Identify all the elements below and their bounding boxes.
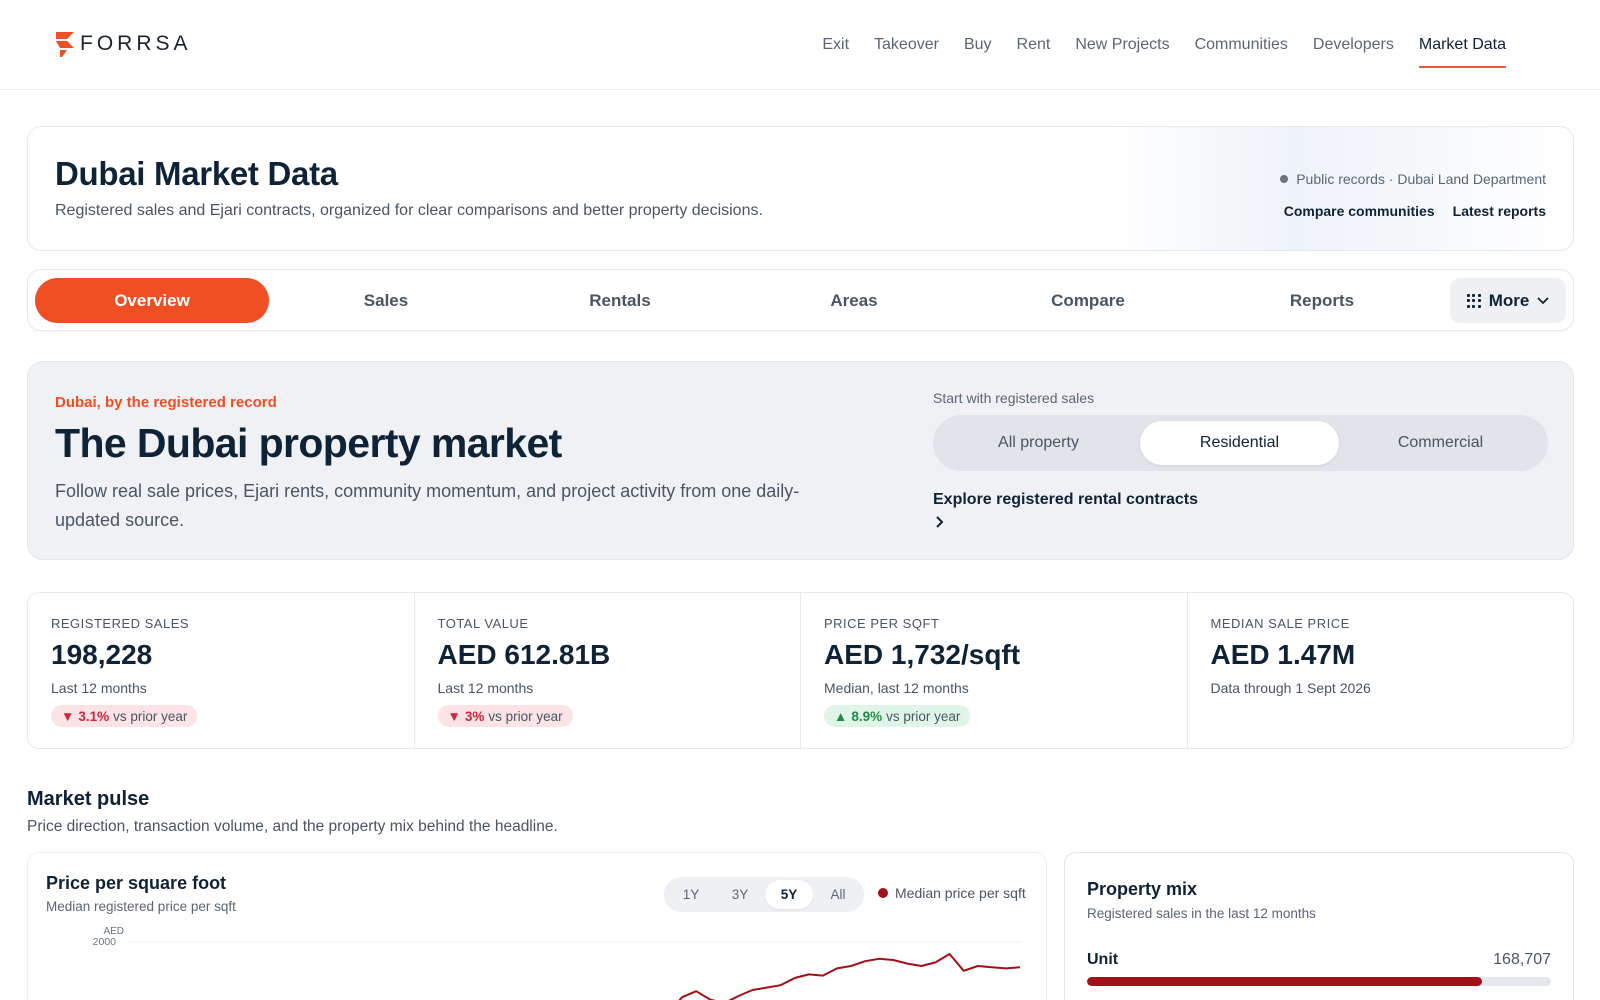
stat-note: Last 12 months [51, 680, 147, 696]
arrow-down-icon: ▼ [447, 708, 461, 724]
data-source: Public records · Dubai Land Department [1280, 171, 1546, 187]
tab-compare[interactable]: Compare [971, 278, 1205, 323]
arrow-up-icon: ▲ [834, 708, 848, 724]
chart-title: Price per square foot [46, 873, 227, 893]
legend-dot-icon [878, 888, 888, 898]
chart-subtitle: Median registered price per sqft [46, 899, 236, 914]
segment-all-property[interactable]: All property [939, 421, 1138, 465]
segment-label: Start with registered sales [933, 390, 1095, 406]
header-links: Compare communities Latest reports [1284, 203, 1546, 219]
nav-communities[interactable]: Communities [1195, 36, 1288, 66]
stat-price-per-sqft: Price per sqft AED 1,732/sqft Median, la… [801, 593, 1188, 748]
stat-value: AED 612.81B [437, 639, 611, 670]
mix-row-label: Unit [1087, 951, 1119, 968]
property-mix-title: Property mix [1087, 879, 1198, 899]
chart-legend: Median price per sqft [878, 885, 1026, 901]
nav-developers[interactable]: Developers [1313, 36, 1394, 66]
top-navigation-bar: FORRSA Exit Takeover Buy Rent New Projec… [0, 0, 1600, 90]
grid-menu-icon [1466, 293, 1481, 308]
property-mix-card: Property mix Registered sales in the las… [1064, 852, 1574, 1000]
property-mix-subtitle: Registered sales in the last 12 months [1087, 906, 1316, 921]
stat-value: AED 1,732/sqft [824, 639, 1021, 670]
nav-takeover[interactable]: Takeover [874, 36, 939, 66]
arrow-down-icon: ▼ [61, 708, 75, 724]
mix-row-value: 168,707 [1493, 951, 1551, 968]
tab-areas[interactable]: Areas [737, 278, 971, 323]
source-dot-icon [1280, 175, 1289, 183]
tab-reports[interactable]: Reports [1205, 278, 1439, 323]
mix-bar-track [1087, 977, 1551, 986]
brand-logo[interactable]: FORRSA [54, 30, 192, 58]
nav-new-projects[interactable]: New Projects [1075, 36, 1169, 66]
segment-commercial[interactable]: Commercial [1341, 421, 1540, 465]
stat-value: 198,228 [51, 639, 153, 670]
stat-median-sale-price: Median sale price AED 1.47M Data through… [1188, 593, 1574, 748]
stat-change-badge: ▲ 8.9% vs prior year [824, 705, 971, 727]
series-line-group [678, 953, 1021, 1000]
stat-label: Price per sqft [824, 616, 940, 631]
chevron-right-icon[interactable] [935, 515, 945, 529]
stat-label: Median sale price [1210, 616, 1350, 631]
stat-change-suffix: vs prior year [488, 708, 563, 724]
series-line-median-price-per-sqft [678, 953, 1021, 1000]
stat-change-value: 3% [464, 708, 485, 724]
page-header-card: Dubai Market Data Registered sales and E… [27, 126, 1574, 251]
chevron-down-icon [1537, 296, 1549, 304]
explore-rental-contracts-link[interactable]: Explore registered rental contracts [933, 491, 1198, 509]
forrsa-logo-icon [56, 32, 74, 57]
range-3y[interactable]: 3Y [716, 880, 764, 909]
y-tick-label: 2000 [93, 936, 117, 948]
nav-rent[interactable]: Rent [1017, 36, 1051, 66]
stat-change-suffix: vs prior year [886, 708, 961, 724]
stat-note: Last 12 months [437, 680, 534, 696]
market-hero: Dubai, by the registered record The Duba… [27, 361, 1574, 560]
tab-overview[interactable]: Overview [35, 278, 269, 323]
price-line-chart: AED 2000 [93, 926, 1021, 1000]
page-title: Dubai Market Data [55, 155, 338, 192]
stat-change-value: 3.1% [78, 708, 110, 724]
time-range-selector: 1Y 3Y 5Y All [664, 877, 864, 912]
stat-change-suffix: vs prior year [113, 708, 188, 724]
range-5y[interactable]: 5Y [765, 880, 813, 909]
stat-total-value: Total value AED 612.81B Last 12 months ▼… [415, 593, 801, 748]
latest-reports-link[interactable]: Latest reports [1453, 203, 1546, 219]
compare-communities-link[interactable]: Compare communities [1284, 203, 1435, 219]
stat-change-badge: ▼ 3% vs prior year [437, 705, 573, 727]
mix-bar-fill [1087, 977, 1482, 986]
price-per-sqft-chart-card: Price per square foot Median registered … [27, 852, 1047, 1000]
more-button[interactable]: More [1450, 278, 1566, 323]
kpi-stats: Registered sales 198,228 Last 12 months … [27, 592, 1574, 749]
tab-sales[interactable]: Sales [269, 278, 503, 323]
legend-label: Median price per sqft [895, 885, 1026, 901]
main-nav: Exit Takeover Buy Rent New Projects Comm… [822, 36, 1507, 68]
property-type-segmented-control: All property Residential Commercial [933, 415, 1548, 471]
stat-note: Data through 1 Sept 2026 [1210, 680, 1371, 696]
nav-exit[interactable]: Exit [822, 36, 849, 66]
range-1y[interactable]: 1Y [667, 880, 715, 909]
stat-label: Total value [437, 616, 529, 631]
stat-value: AED 1.47M [1210, 639, 1356, 670]
stat-change-badge: ▼ 3.1% vs prior year [51, 705, 198, 727]
hero-title: The Dubai property market [55, 420, 562, 466]
stat-registered-sales: Registered sales 198,228 Last 12 months … [28, 593, 415, 748]
segment-residential[interactable]: Residential [1140, 421, 1339, 465]
nav-market-data[interactable]: Market Data [1418, 36, 1507, 68]
stat-change-value: 8.9% [851, 708, 883, 724]
page-subtitle: Registered sales and Ejari contracts, or… [55, 202, 763, 219]
hero-eyebrow: Dubai, by the registered record [55, 394, 277, 411]
market-pulse-title: Market pulse [27, 788, 150, 810]
data-source-text: Public records · Dubai Land Department [1296, 171, 1546, 187]
hero-description: Follow real sale prices, Ejari rents, co… [55, 481, 800, 530]
range-all[interactable]: All [814, 880, 862, 909]
tab-rentals[interactable]: Rentals [503, 278, 737, 323]
nav-buy[interactable]: Buy [964, 36, 992, 66]
stat-note: Median, last 12 months [824, 680, 969, 696]
more-label: More [1488, 290, 1530, 310]
brand-name: FORRSA [80, 32, 192, 55]
section-tabs: Overview Sales Rentals Areas Compare Rep… [27, 269, 1574, 331]
stat-label: Registered sales [51, 616, 190, 631]
market-pulse-subtitle: Price direction, transaction volume, and… [27, 818, 558, 835]
